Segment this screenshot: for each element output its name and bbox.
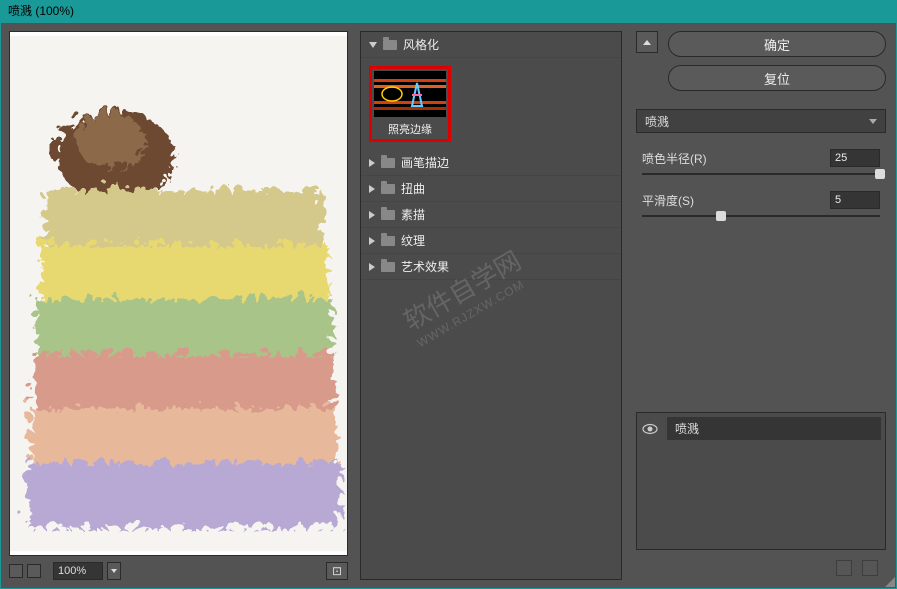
preview-image — [10, 32, 347, 555]
spray-radius-slider[interactable] — [642, 173, 880, 175]
new-effect-button[interactable] — [836, 560, 852, 576]
category-label: 纹理 — [401, 232, 425, 249]
chevron-right-icon — [369, 185, 375, 193]
stack-toolbar — [636, 556, 886, 580]
settings-panel: 确定 复位 喷溅 喷色半径(R) 平滑度(S) 喷溅 — [626, 23, 896, 588]
preview-panel: ⊡ — [1, 23, 356, 588]
window-title: 喷溅 (100%) — [8, 4, 74, 18]
filter-tree-panel: 风格化 照亮边缘 — [360, 31, 622, 580]
effect-stack: 喷溅 — [636, 412, 886, 550]
category-texture[interactable]: 纹理 — [361, 228, 621, 254]
param-smoothness: 平滑度(S) — [636, 191, 886, 209]
thumbnail-image — [374, 71, 446, 117]
category-brushstrokes[interactable]: 画笔描边 — [361, 150, 621, 176]
category-sketch[interactable]: 素描 — [361, 202, 621, 228]
filter-dropdown[interactable]: 喷溅 — [636, 109, 886, 133]
category-label: 扭曲 — [401, 180, 425, 197]
folder-icon — [381, 210, 395, 220]
collapse-button[interactable] — [636, 31, 658, 53]
thumbnail-label: 照亮边缘 — [374, 121, 446, 137]
preview-canvas[interactable] — [9, 31, 348, 556]
titlebar: 喷溅 (100%) — [0, 0, 897, 22]
param-label: 喷色半径(R) — [642, 150, 830, 167]
folder-icon — [383, 40, 397, 50]
zoom-dropdown[interactable] — [107, 562, 121, 580]
category-label: 艺术效果 — [401, 258, 449, 275]
folder-icon — [381, 184, 395, 194]
category-label: 画笔描边 — [401, 154, 449, 171]
slider-thumb[interactable] — [875, 169, 885, 179]
spray-radius-input[interactable] — [830, 149, 880, 167]
effect-name: 喷溅 — [667, 417, 881, 440]
zoom-input[interactable] — [53, 562, 103, 580]
delete-effect-button[interactable] — [862, 560, 878, 576]
category-artistic[interactable]: 艺术效果 — [361, 254, 621, 280]
param-label: 平滑度(S) — [642, 192, 830, 209]
effect-row[interactable]: 喷溅 — [637, 413, 885, 444]
resize-grip[interactable] — [883, 575, 895, 587]
category-stylize[interactable]: 风格化 — [361, 32, 621, 58]
folder-icon — [381, 158, 395, 168]
category-distort[interactable]: 扭曲 — [361, 176, 621, 202]
fit-button[interactable]: ⊡ — [326, 562, 348, 580]
ok-button[interactable]: 确定 — [668, 31, 886, 57]
main-content: ⊡ 风格化 — [0, 22, 897, 589]
chevron-right-icon — [369, 237, 375, 245]
action-buttons: 确定 复位 — [668, 31, 886, 91]
top-actions: 确定 复位 — [636, 31, 886, 91]
thumbnail-area: 照亮边缘 — [361, 58, 621, 150]
folder-icon — [381, 236, 395, 246]
slider-thumb[interactable] — [716, 211, 726, 221]
chevron-right-icon — [369, 211, 375, 219]
filter-thumbnail-glowing-edges[interactable]: 照亮边缘 — [369, 66, 451, 142]
category-label: 素描 — [401, 206, 425, 223]
reset-button[interactable]: 复位 — [668, 65, 886, 91]
smoothness-input[interactable] — [830, 191, 880, 209]
filter-dropdown-label: 喷溅 — [645, 113, 669, 130]
param-spray-radius: 喷色半径(R) — [636, 149, 886, 167]
chevron-down-icon — [369, 42, 377, 48]
folder-icon — [381, 262, 395, 272]
zoom-out-button[interactable] — [9, 564, 23, 578]
visibility-eye-icon[interactable] — [641, 422, 659, 436]
preview-controls: ⊡ — [9, 562, 348, 580]
zoom-in-button[interactable] — [27, 564, 41, 578]
chevron-right-icon — [369, 159, 375, 167]
smoothness-slider[interactable] — [642, 215, 880, 217]
category-label: 风格化 — [403, 36, 439, 53]
chevron-right-icon — [369, 263, 375, 271]
